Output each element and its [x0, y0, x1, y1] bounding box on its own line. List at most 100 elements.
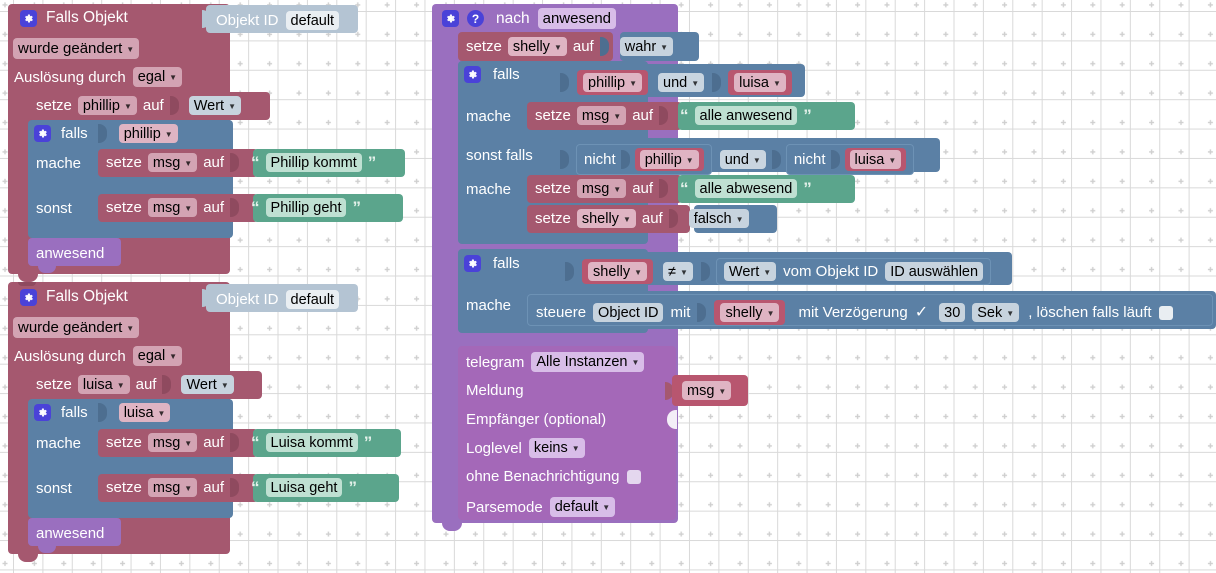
set-variable-dropdown[interactable]: luisa ▼ — [77, 375, 130, 394]
compare-left-dropdown[interactable]: shelly ▼ — [588, 262, 647, 281]
chevron-down-icon: ▼ — [123, 101, 132, 111]
sonst-label-luisa: sonst — [36, 480, 72, 497]
telegram-parsemode-row: Parsemode default ▼ — [466, 497, 616, 517]
elseif-b-dropdown[interactable]: luisa ▼ — [849, 150, 902, 169]
not-a-label: nicht — [584, 151, 616, 168]
gear-icon[interactable] — [34, 125, 51, 142]
set-shelly-value-dropdown[interactable]: wahr ▼ — [619, 37, 674, 56]
quote-open-icon: “ — [680, 179, 689, 198]
silent-checkbox[interactable] — [627, 469, 642, 484]
value-socket-icon — [712, 73, 722, 92]
cond-a-wrapper[interactable]: phillip ▼ — [577, 70, 649, 95]
triggerby-label: Auslösung durch — [14, 68, 126, 86]
else-set-variable-dropdown[interactable]: msg ▼ — [147, 478, 198, 497]
clear-if-running-checkbox[interactable] — [1158, 305, 1173, 320]
quote-close-icon: ” — [367, 153, 377, 172]
delay-value-field[interactable]: 30 — [939, 303, 966, 322]
gear-icon[interactable] — [34, 404, 51, 421]
do-text-field-phillip[interactable]: Phillip kommt — [265, 153, 362, 172]
cond-b-dropdown[interactable]: luisa ▼ — [734, 73, 786, 92]
control-row: steuere Object ID mit shelly ▼ mit Verzö… — [536, 300, 1173, 325]
chevron-down-icon: ▼ — [157, 408, 166, 418]
control-value-dropdown[interactable]: shelly ▼ — [720, 303, 780, 322]
objectid-value[interactable]: default — [285, 290, 340, 309]
if-condition-dropdown[interactable]: phillip ▼ — [118, 124, 178, 143]
telegram-message-dropdown[interactable]: msg ▼ — [682, 381, 732, 400]
telegram-loglevel-row: Loglevel keins ▼ — [466, 438, 585, 458]
get-object-value-wrapper[interactable]: Wert ▼ vom Objekt ID ID auswählen — [715, 258, 992, 285]
if1-do-set-variable-dropdown[interactable]: msg ▼ — [576, 106, 627, 125]
get-value-dropdown[interactable]: Wert ▼ — [723, 262, 777, 281]
chevron-down-icon: ▼ — [553, 42, 562, 52]
trigger-phillip-title-row: Falls Objekt — [20, 9, 128, 27]
from-object-id-field[interactable]: ID auswählen — [885, 262, 984, 281]
function-name-field[interactable]: anwesend — [537, 8, 617, 29]
help-icon[interactable]: ? — [467, 10, 484, 27]
do-set-variable-dropdown[interactable]: msg ▼ — [147, 433, 198, 452]
telegram-recipient-socket[interactable] — [667, 410, 677, 429]
compare-operator-dropdown[interactable]: ≠ ▼ — [663, 262, 693, 281]
gear-icon[interactable] — [20, 288, 37, 306]
if-condition-dropdown[interactable]: luisa ▼ — [118, 403, 171, 422]
chevron-down-icon: ▼ — [220, 380, 229, 390]
if1-elseif-set-variable-dropdown[interactable]: msg ▼ — [576, 179, 627, 198]
elseif-a-wrapper[interactable]: phillip ▼ — [634, 148, 704, 171]
if1-elseif-set2-value-dropdown[interactable]: falsch ▼ — [688, 209, 749, 228]
compare-left-wrapper[interactable]: shelly ▼ — [582, 259, 653, 284]
gear-icon[interactable] — [464, 66, 481, 83]
function-header-row: ? nach anwesend — [442, 8, 617, 29]
triggerby-dropdown[interactable]: egal ▼ — [132, 67, 183, 87]
triggerby-label: Auslösung durch — [14, 347, 126, 365]
logic-operator-dropdown[interactable]: und ▼ — [658, 73, 705, 92]
gear-icon[interactable] — [442, 10, 459, 27]
elseif-b-wrapper[interactable]: luisa ▼ — [844, 148, 907, 171]
do-text-field-luisa[interactable]: Luisa kommt — [265, 433, 358, 452]
triggerby-dropdown[interactable]: egal ▼ — [132, 346, 183, 366]
set-shelly-row: setze shelly ▼ auf wahr ▼ — [466, 37, 674, 56]
parsemode-dropdown[interactable]: default ▼ — [549, 497, 616, 517]
cond-b-wrapper[interactable]: luisa ▼ — [728, 70, 792, 95]
objectid-value[interactable]: default — [285, 11, 340, 30]
if1-elseif-set-row: setze msg ▼ auf “ alle abwesend ” — [535, 179, 812, 198]
from-object-label: vom Objekt ID — [783, 263, 879, 280]
delay-label: mit Verzögerung — [798, 304, 908, 321]
if1-elseif-set2-variable-dropdown[interactable]: shelly ▼ — [576, 209, 636, 228]
elseif-logic-operator-dropdown[interactable]: und ▼ — [719, 150, 766, 169]
value-socket-icon — [97, 124, 107, 143]
value-socket-icon — [169, 96, 179, 115]
set-variable-dropdown[interactable]: phillip ▼ — [77, 96, 137, 115]
blockly-canvas[interactable]: Falls Objekt Objekt ID default wurde geä… — [0, 0, 1216, 573]
set-shelly-variable-dropdown[interactable]: shelly ▼ — [507, 37, 567, 56]
else-text-field-luisa[interactable]: Luisa geht — [265, 478, 343, 497]
not-a-wrapper[interactable]: nicht phillip ▼ — [576, 144, 712, 175]
chevron-down-icon: ▼ — [169, 352, 178, 361]
value-socket-icon — [830, 150, 840, 169]
telegram-recipient-label: Empfänger (optional) — [466, 411, 607, 428]
not-b-wrapper[interactable]: nicht luisa ▼ — [785, 144, 915, 175]
set-value-dropdown[interactable]: Wert ▼ — [188, 96, 242, 115]
else-set-variable-dropdown[interactable]: msg ▼ — [147, 198, 198, 217]
control-value-wrapper[interactable]: shelly ▼ — [714, 300, 786, 325]
else-set-msg-row-luisa: setze msg ▼ auf “ Luisa geht ” — [106, 478, 357, 497]
trigger-phillip-changemode[interactable]: wurde geändert ▼ — [13, 38, 140, 59]
else-text-field-phillip[interactable]: Phillip geht — [265, 198, 347, 217]
do-set-variable-dropdown[interactable]: msg ▼ — [147, 153, 198, 172]
loglevel-dropdown[interactable]: keins ▼ — [528, 438, 585, 458]
trigger-phillip-title: Falls Objekt — [46, 9, 128, 26]
control-object-field[interactable]: Object ID — [593, 303, 664, 322]
if1-do-text-field[interactable]: alle anwesend — [694, 106, 798, 125]
cond-a-dropdown[interactable]: phillip ▼ — [583, 73, 643, 92]
telegram-block[interactable] — [458, 346, 676, 520]
telegram-instance-dropdown[interactable]: Alle Instanzen ▼ — [531, 352, 645, 372]
value-socket-icon — [668, 209, 678, 228]
trigger-luisa-changemode[interactable]: wurde geändert ▼ — [13, 317, 140, 338]
auf-label: auf — [142, 97, 164, 114]
delay-unit-dropdown[interactable]: Sek ▼ — [972, 303, 1020, 322]
value-socket-icon — [230, 433, 240, 452]
if1-elseif-text-field[interactable]: alle abwesend — [694, 179, 798, 198]
elseif-a-dropdown[interactable]: phillip ▼ — [639, 150, 699, 169]
delay-checkbox[interactable]: ✓ — [915, 304, 928, 321]
gear-icon[interactable] — [20, 9, 37, 27]
gear-icon[interactable] — [464, 255, 481, 272]
set-value-dropdown[interactable]: Wert ▼ — [181, 375, 234, 394]
